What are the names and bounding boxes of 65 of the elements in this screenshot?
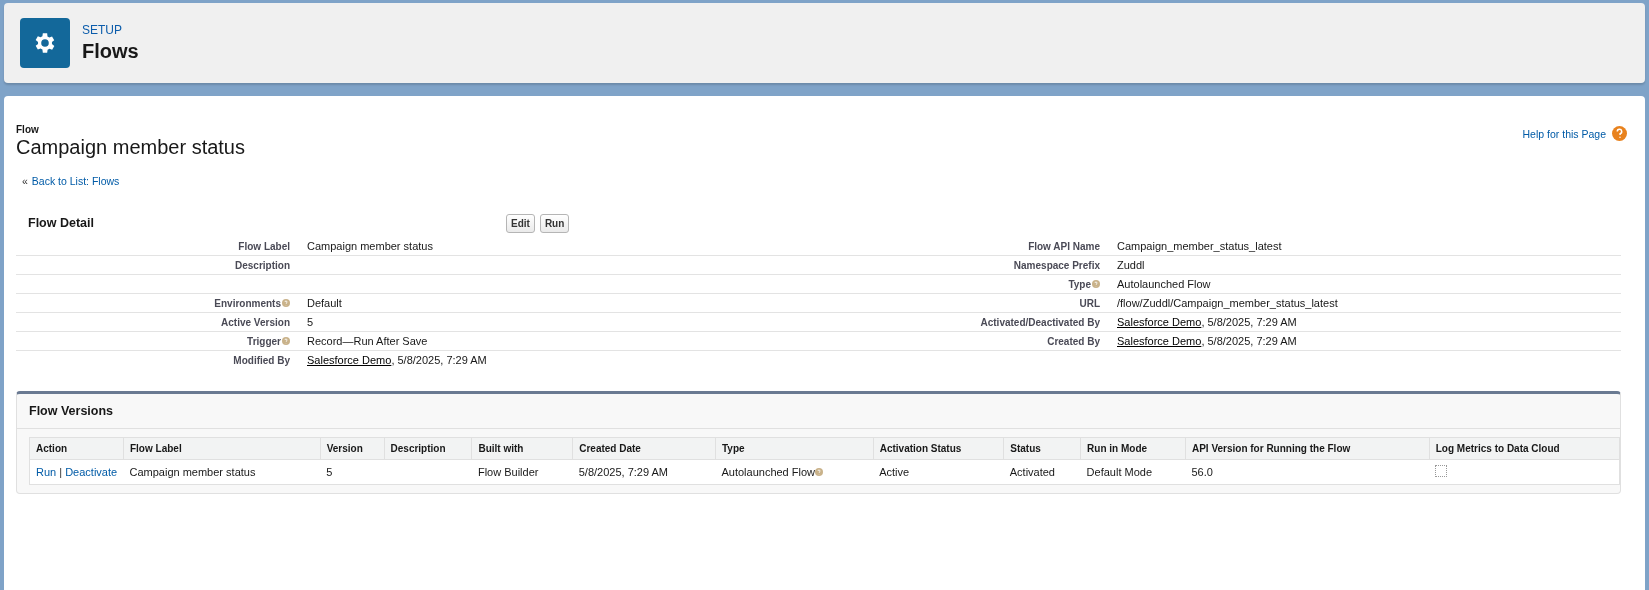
column-header: Run in Mode — [1080, 437, 1186, 460]
back-link[interactable]: Back to List: Flows — [31, 175, 120, 187]
section-title: Flow Versions — [17, 394, 1620, 429]
field-value: , 5/8/2025, 7:29 AM — [391, 354, 487, 366]
field-value: Zuddl — [1117, 259, 1145, 271]
column-header: Action — [29, 437, 124, 460]
header-title: Flows — [82, 40, 139, 63]
field-value: Default — [307, 297, 342, 309]
field-label: Description — [235, 259, 290, 271]
column-header: Built with — [471, 437, 573, 460]
action-button[interactable]: Run — [539, 213, 570, 233]
breadcrumb: SETUP — [82, 23, 123, 37]
column-header: Log Metrics to Data Cloud — [1429, 437, 1620, 460]
column-header: Status — [1003, 437, 1081, 460]
help-icon[interactable] — [282, 337, 290, 345]
column-header: Version — [320, 437, 385, 460]
column-header: Created Date — [572, 437, 716, 460]
checkbox[interactable] — [1435, 465, 1448, 477]
table-cell: Campaign member status — [123, 459, 321, 485]
help-icon[interactable] — [1612, 126, 1627, 141]
action-button[interactable]: Edit — [506, 213, 535, 233]
column-header: Description — [384, 437, 472, 460]
run-link[interactable]: Run — [36, 466, 57, 478]
section-title: Flow Detail — [27, 216, 95, 230]
field-value: Autolaunched Flow — [1117, 278, 1211, 290]
field-value: Campaign_member_status_latest — [1117, 240, 1282, 252]
help-icon[interactable] — [815, 468, 823, 476]
field-value: /flow/Zuddl/Campaign_member_status_latest — [1117, 297, 1338, 309]
help-link[interactable]: Help for this Page — [1522, 127, 1606, 140]
field-label: URL — [1079, 297, 1100, 309]
field-label: Flow API Name — [1028, 240, 1100, 252]
record-type: Flow — [16, 124, 40, 135]
page-title: Campaign member status — [16, 136, 245, 159]
field-value: 5 — [307, 316, 314, 328]
field-label: Modified By — [233, 354, 290, 366]
field-label: Trigger — [247, 335, 281, 347]
field-label: Active Version — [221, 316, 290, 328]
field-value: Record—Run After Save — [307, 335, 428, 347]
table-cell: 5/8/2025, 7:29 AM — [572, 459, 716, 485]
table-cell: Autolaunched Flow — [721, 466, 815, 478]
gear-icon — [20, 18, 70, 68]
separator: | — [58, 466, 64, 478]
field-label: Type — [1068, 278, 1091, 290]
column-header: API Version for Running the Flow — [1185, 437, 1430, 460]
table-cell: 56.0 — [1185, 459, 1430, 485]
table-cell: Activated — [1003, 459, 1081, 485]
column-header: Activation Status — [873, 437, 1004, 460]
table-cell: 5 — [320, 459, 385, 485]
help-icon[interactable] — [1092, 280, 1100, 288]
table-cell: Flow Builder — [471, 459, 573, 485]
field-label: Created By — [1047, 335, 1100, 347]
help-icon[interactable] — [282, 299, 290, 307]
column-header: Type — [715, 437, 874, 460]
field-value: , 5/8/2025, 7:29 AM — [1201, 335, 1297, 347]
back-arrow: « — [22, 175, 28, 187]
field-label: Namespace Prefix — [1013, 259, 1100, 271]
field-value: , 5/8/2025, 7:29 AM — [1201, 316, 1297, 328]
field-label: Environments — [214, 297, 281, 309]
field-label: Activated/Deactivated By — [980, 316, 1100, 328]
deactivate-link[interactable]: Deactivate — [65, 466, 118, 478]
table-cell: Default Mode — [1080, 459, 1186, 485]
field-value: Campaign member status — [307, 240, 433, 252]
field-label: Flow Label — [238, 240, 290, 252]
table-cell: Active — [873, 459, 1004, 485]
column-header: Flow Label — [123, 437, 321, 460]
